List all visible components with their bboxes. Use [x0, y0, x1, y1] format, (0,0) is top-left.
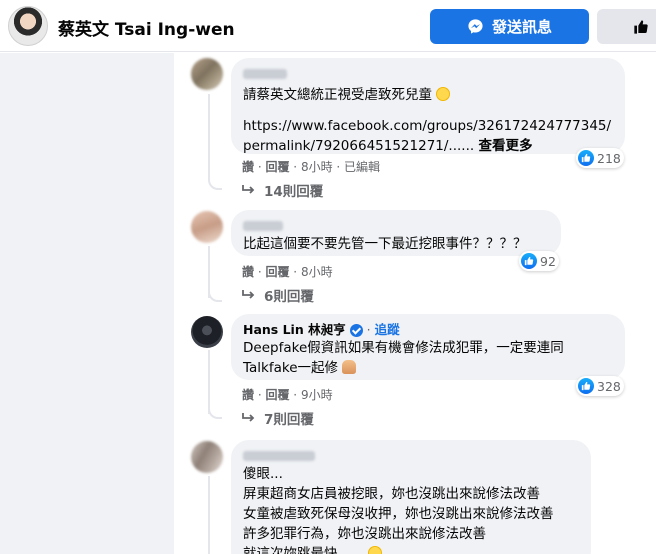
like-reaction-icon: [578, 378, 594, 394]
comment-text: 傻眼... 屏東超商女店員被挖眼，妳也沒跳出來說修法改善 女童被虐致死保母沒收押…: [243, 464, 579, 554]
page-name[interactable]: 蔡英文 Tsai Ing-wen: [58, 15, 235, 40]
comment-author[interactable]: Hans Lin 林昶亨 · 追蹤: [243, 322, 613, 338]
comment-bubble: Hans Lin 林昶亨 · 追蹤 Deepfake假資訊如果有機會修法成犯罪，…: [231, 314, 625, 380]
reaction-count[interactable]: 328: [576, 376, 624, 396]
comment-actions: 讚 · 回覆 · 9小時: [242, 388, 333, 402]
page-header: 蔡英文 Tsai Ing-wen 發送訊息: [0, 0, 656, 52]
avatar[interactable]: [191, 58, 223, 90]
like-reaction-icon: [578, 150, 594, 166]
page-avatar[interactable]: [8, 6, 48, 46]
send-message-label: 發送訊息: [491, 18, 552, 36]
edited-label: 已編輯: [344, 160, 381, 174]
like-page-button[interactable]: [597, 9, 656, 44]
thread-line: [208, 94, 210, 176]
reaction-count[interactable]: 218: [576, 148, 624, 168]
avatar[interactable]: [191, 316, 223, 348]
comment-text: 請蔡英文總統正視受虐致死兒童 https://www.facebook.com/…: [243, 87, 612, 154]
comment-author[interactable]: [243, 66, 613, 82]
reply-link[interactable]: 回覆: [265, 388, 289, 402]
timestamp[interactable]: 8小時: [301, 160, 333, 174]
like-link[interactable]: 讚: [242, 388, 254, 402]
thread-line: [208, 476, 210, 554]
see-more-link[interactable]: 查看更多: [478, 138, 532, 154]
comment-text: 比起這個要不要先管一下最近挖眼事件？？？？: [243, 236, 527, 252]
like-link[interactable]: 讚: [242, 160, 254, 174]
timestamp[interactable]: 8小時: [301, 265, 333, 279]
send-message-button[interactable]: 發送訊息: [430, 9, 589, 44]
reaction-count[interactable]: 92: [519, 251, 559, 271]
follow-link[interactable]: 追蹤: [375, 322, 400, 338]
view-replies-link[interactable]: 7則回覆: [242, 408, 314, 428]
comment-bubble: 比起這個要不要先管一下最近挖眼事件？？？？: [231, 210, 561, 256]
praying-hands-emoji-icon: [342, 360, 357, 374]
avatar[interactable]: [191, 441, 223, 473]
messenger-icon: [468, 19, 483, 34]
thumbs-up-icon: [634, 19, 648, 34]
comment-actions: 讚 · 回覆 · 8小時 · 已編輯: [242, 160, 381, 174]
comment-author[interactable]: [243, 218, 549, 234]
timestamp[interactable]: 9小時: [301, 388, 333, 402]
reply-arrow-icon: [242, 413, 255, 422]
like-link[interactable]: 讚: [242, 265, 254, 279]
avatar[interactable]: [191, 211, 223, 243]
comment-text: Deepfake假資訊如果有機會修法成犯罪，一定要連同 Talkfake一起修: [243, 340, 564, 376]
comment-bubble: 傻眼... 屏東超商女店員被挖眼，妳也沒跳出來說修法改善 女童被虐致死保母沒收押…: [231, 440, 591, 554]
comment-bubble: 請蔡英文總統正視受虐致死兒童 https://www.facebook.com/…: [231, 58, 625, 154]
like-reaction-icon: [521, 253, 537, 269]
view-replies-link[interactable]: 14則回覆: [242, 180, 323, 200]
left-rail: [0, 53, 174, 554]
reply-link[interactable]: 回覆: [265, 265, 289, 279]
reply-link[interactable]: 回覆: [265, 160, 289, 174]
reply-arrow-icon: [242, 290, 255, 299]
verified-icon: [349, 323, 363, 337]
reply-arrow-icon: [242, 185, 255, 194]
sad-emoji-icon: [436, 87, 451, 101]
emoji-icon: [367, 546, 382, 554]
comment-author[interactable]: [243, 448, 579, 464]
comment-actions: 讚 · 回覆 · 8小時: [242, 265, 333, 279]
view-replies-link[interactable]: 6則回覆: [242, 285, 314, 305]
